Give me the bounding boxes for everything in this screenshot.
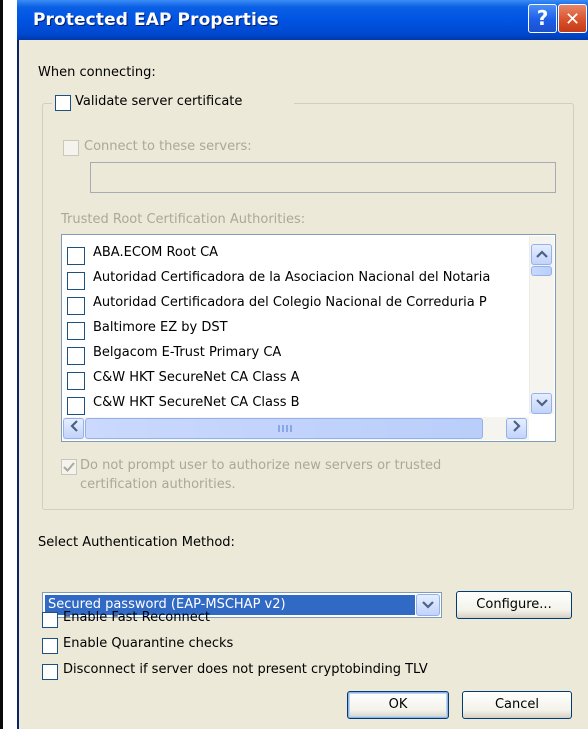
authority-label: ABA.ECOM Root CA bbox=[93, 245, 219, 260]
scroll-right-button[interactable] bbox=[506, 418, 527, 439]
trusted-ca-list[interactable]: ABA.ECOM Root CA Autoridad Certificadora… bbox=[61, 234, 556, 442]
no-prompt-label-line1: Do not prompt user to authorize new serv… bbox=[80, 458, 442, 473]
trusted-root-label: Trusted Root Certification Authorities: bbox=[61, 212, 306, 227]
window-title: Protected EAP Properties bbox=[33, 10, 279, 30]
vertical-scroll-thumb[interactable] bbox=[531, 266, 552, 276]
grip-icon bbox=[278, 425, 292, 432]
list-item[interactable]: C&W HKT SecureNet CA Class B bbox=[62, 392, 532, 417]
scroll-up-icon bbox=[535, 250, 548, 258]
validate-server-checkbox[interactable] bbox=[55, 95, 71, 111]
authority-label: Baltimore EZ by DST bbox=[93, 320, 228, 335]
close-button[interactable]: ✕ bbox=[558, 4, 587, 33]
list-item[interactable]: Autoridad Certificadora del Colegio Naci… bbox=[62, 292, 532, 317]
connect-servers-label: Connect to these servers: bbox=[84, 139, 252, 154]
auth-method-label: Select Authentication Method: bbox=[38, 535, 235, 550]
authority-checkbox[interactable] bbox=[67, 397, 85, 415]
authority-checkbox[interactable] bbox=[67, 322, 85, 340]
authority-label: Autoridad Certificadora de la Asociacion… bbox=[93, 270, 491, 285]
list-item[interactable]: C&W HKT SecureNet CA Class A bbox=[62, 367, 532, 392]
quarantine-checks-label: Enable Quarantine checks bbox=[63, 636, 234, 651]
checkmark-icon bbox=[63, 462, 75, 472]
authority-checkbox[interactable] bbox=[67, 247, 85, 265]
auth-method-dropdown-button[interactable] bbox=[416, 594, 440, 616]
scroll-down-icon bbox=[535, 399, 548, 407]
configure-button[interactable]: Configure... bbox=[456, 591, 572, 619]
help-button[interactable]: ? bbox=[528, 4, 557, 33]
when-connecting-label: When connecting: bbox=[38, 65, 156, 80]
authority-checkbox[interactable] bbox=[67, 297, 85, 315]
help-icon: ? bbox=[536, 6, 549, 30]
scroll-up-button[interactable] bbox=[531, 244, 552, 265]
scroll-down-button[interactable] bbox=[531, 393, 552, 414]
authority-label: Autoridad Certificadora del Colegio Naci… bbox=[93, 295, 487, 310]
no-prompt-checkbox[interactable] bbox=[61, 459, 77, 475]
authority-checkbox[interactable] bbox=[67, 372, 85, 390]
scroll-left-button[interactable] bbox=[63, 418, 84, 439]
list-item[interactable]: ABA.ECOM Root CA bbox=[62, 242, 532, 267]
authority-label: C&W HKT SecureNet CA Class B bbox=[93, 395, 300, 410]
fast-reconnect-label: Enable Fast Reconnect bbox=[63, 610, 210, 625]
scroll-right-icon bbox=[512, 420, 521, 432]
ok-button[interactable]: OK bbox=[347, 691, 449, 719]
servers-input[interactable] bbox=[90, 162, 556, 193]
close-icon: ✕ bbox=[564, 9, 581, 30]
authority-label: C&W HKT SecureNet CA Class A bbox=[93, 370, 300, 385]
authority-label: Belgacom E-Trust Primary CA bbox=[93, 345, 282, 360]
cancel-button[interactable]: Cancel bbox=[462, 691, 572, 719]
cryptobinding-checkbox[interactable] bbox=[42, 664, 58, 680]
chevron-down-icon bbox=[422, 601, 434, 609]
list-item[interactable]: Baltimore EZ by DST bbox=[62, 317, 532, 342]
validate-server-label: Validate server certificate bbox=[75, 94, 243, 109]
quarantine-checks-checkbox[interactable] bbox=[42, 638, 58, 654]
authority-checkbox[interactable] bbox=[67, 272, 85, 290]
no-prompt-label-line2: certification authorities. bbox=[80, 477, 236, 492]
cryptobinding-label: Disconnect if server does not present cr… bbox=[63, 662, 428, 677]
horizontal-scroll-thumb[interactable] bbox=[85, 418, 483, 439]
list-item[interactable]: Belgacom E-Trust Primary CA bbox=[62, 342, 532, 367]
window-edge bbox=[0, 0, 3, 729]
scroll-left-icon bbox=[69, 420, 78, 432]
list-item[interactable]: Autoridad Certificadora de la Asociacion… bbox=[62, 267, 532, 292]
connect-servers-checkbox[interactable] bbox=[63, 140, 79, 156]
authority-checkbox[interactable] bbox=[67, 347, 85, 365]
fast-reconnect-checkbox[interactable] bbox=[42, 612, 58, 628]
